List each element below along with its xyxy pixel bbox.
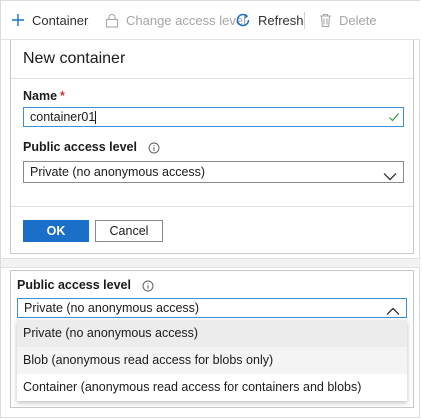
public-access-level-value: Private (no anonymous access) — [30, 165, 206, 179]
toolbar: Container Change access level Refresh De… — [1, 1, 420, 40]
public-access-label-text: Public access level — [23, 140, 137, 154]
container-name-value: container01 — [30, 110, 96, 124]
refresh-label: Refresh — [258, 12, 304, 28]
change-access-level-label: Change access level — [126, 12, 246, 28]
info-icon[interactable] — [142, 280, 154, 292]
required-marker: * — [60, 89, 65, 103]
public-access-level-select[interactable]: Private (no anonymous access) — [23, 161, 404, 183]
toolbar-separator — [304, 12, 305, 29]
divider — [11, 206, 413, 207]
panel-title: New container — [23, 50, 126, 67]
refresh-icon — [235, 12, 251, 28]
section-separator — [1, 258, 420, 268]
public-access-level-select-open[interactable]: Private (no anonymous access) — [17, 298, 407, 318]
name-field-label: Name * — [23, 89, 65, 103]
chevron-down-icon — [383, 167, 397, 187]
access-level-dropdown-panel: Public access level Private (no anonymou… — [10, 270, 414, 408]
trash-icon — [319, 13, 332, 28]
public-access-level-label: Public access level — [17, 278, 154, 292]
public-access-level-label: Public access level — [23, 140, 160, 154]
divider — [11, 78, 413, 79]
container-name-input[interactable]: container01 — [23, 107, 404, 127]
public-access-label-text: Public access level — [17, 278, 131, 292]
add-container-button[interactable]: Container — [11, 1, 88, 39]
change-access-level-button[interactable]: Change access level — [105, 1, 246, 39]
chevron-up-icon — [386, 303, 400, 321]
plus-icon — [11, 13, 25, 27]
valid-check-icon — [388, 110, 400, 128]
add-container-label: Container — [32, 12, 89, 28]
delete-button[interactable]: Delete — [319, 1, 377, 39]
option-container[interactable]: Container (anonymous read access for con… — [17, 374, 407, 401]
new-container-panel: New container Name * container01 Public a… — [10, 40, 414, 254]
info-icon[interactable] — [148, 142, 160, 154]
name-label-text: Name — [23, 89, 58, 103]
refresh-button[interactable]: Refresh — [235, 1, 304, 39]
lock-icon — [105, 13, 119, 28]
cancel-button[interactable]: Cancel — [95, 220, 163, 242]
ok-button[interactable]: OK — [23, 220, 89, 242]
access-level-options-list: Private (no anonymous access) Blob (anon… — [17, 320, 407, 401]
option-blob[interactable]: Blob (anonymous read access for blobs on… — [17, 347, 407, 374]
text-cursor — [95, 111, 97, 125]
selected-access-value: Private (no anonymous access) — [24, 301, 200, 315]
option-private[interactable]: Private (no anonymous access) — [17, 320, 407, 347]
delete-label: Delete — [339, 12, 377, 28]
